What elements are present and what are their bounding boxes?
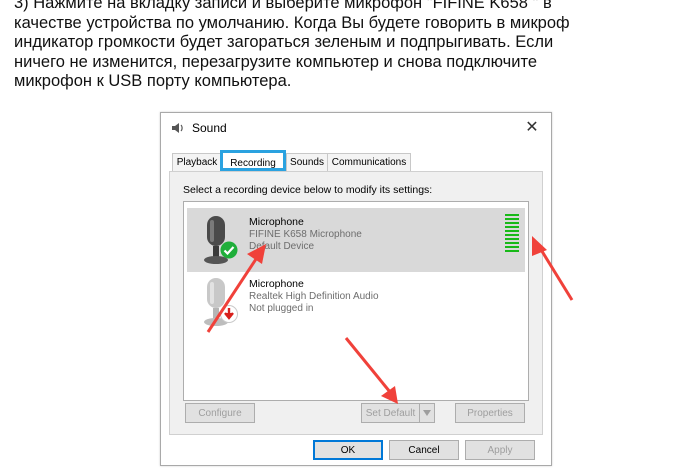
tab-sounds[interactable]: Sounds [286,153,328,171]
device-description: FIFINE K658 Microphone [249,229,362,240]
instruction-label: Select a recording device below to modif… [183,184,433,196]
apply-button[interactable]: Apply [465,440,535,460]
instruction-line: ничего не изменится, перезагрузите компь… [14,52,538,71]
red-down-arrow-icon [220,305,238,323]
instruction-line: индикатор громкости будет загораться зел… [14,33,554,51]
device-list[interactable]: Microphone FIFINE K658 Microphone Defaul… [183,201,529,401]
set-default-button[interactable]: Set Default [361,403,420,423]
green-check-icon [220,241,238,259]
level-meter [505,214,519,254]
tab-recording[interactable]: Recording [220,150,286,171]
configure-button[interactable]: Configure [185,403,255,423]
instruction-line: микрофон к USB порту компьютера. [14,72,292,90]
device-status: Not plugged in [249,303,314,314]
ok-button[interactable]: OK [313,440,383,460]
instruction-text: 3) Нажмите на вкладку записи и выберите … [14,0,674,92]
chevron-down-icon [423,410,431,416]
instruction-line: 3) Нажмите на вкладку записи и выберите … [14,0,552,12]
device-name: Microphone [249,278,304,290]
tab-communications[interactable]: Communications [327,153,411,171]
instruction-line: качестве устройства по умолчанию. Когда … [14,13,570,32]
tab-playback[interactable]: Playback [172,153,222,171]
device-description: Realtek High Definition Audio [249,291,379,302]
set-default-dropdown[interactable] [419,403,435,423]
properties-button[interactable]: Properties [455,403,525,423]
dialog-title: Sound [192,121,227,135]
sound-dialog: Sound ✕ Playback Recording Sounds Commun… [160,112,552,466]
cancel-button[interactable]: Cancel [389,440,459,460]
device-status: Default Device [249,241,315,252]
close-button[interactable]: ✕ [521,117,543,139]
device-name: Microphone [249,216,304,228]
device-row-fifine[interactable]: Microphone FIFINE K658 Microphone Defaul… [187,208,525,272]
title-bar[interactable]: Sound ✕ [161,113,551,143]
device-row-realtek[interactable]: Microphone Realtek High Definition Audio… [187,270,525,334]
speaker-icon [172,123,183,133]
